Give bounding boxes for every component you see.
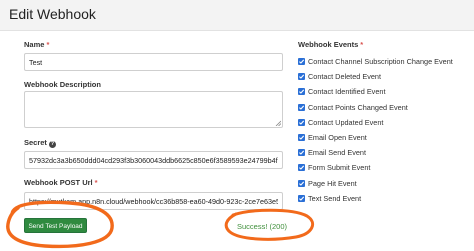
checkbox-checked-icon[interactable]: [298, 194, 305, 202]
question-circle-icon[interactable]: ?: [48, 141, 56, 148]
event-label: Contact Identified Event: [308, 87, 386, 97]
textarea-resize-handle[interactable]: [275, 120, 281, 126]
webhook-events-label: Webhook Events *: [298, 40, 363, 49]
secret-label-text: Secret: [24, 138, 47, 147]
event-label: Text Send Event: [308, 193, 362, 203]
checkbox-checked-icon[interactable]: [298, 88, 305, 96]
checkbox-checked-icon[interactable]: [298, 134, 305, 141]
post-url-required-mark: *: [94, 178, 98, 187]
secret-input[interactable]: [24, 151, 283, 169]
description-textarea[interactable]: [24, 91, 283, 128]
name-input[interactable]: [24, 53, 283, 71]
checkbox-checked-icon[interactable]: [298, 58, 305, 65]
checkbox-checked-icon[interactable]: [298, 103, 305, 111]
name-label-text: Name: [24, 40, 45, 49]
webhook-events-label-text: Webhook Events: [298, 40, 359, 49]
name-label: Name *: [24, 40, 49, 49]
webhook-events-required-mark: *: [360, 40, 364, 49]
post-url-label: Webhook POST Url *: [24, 178, 98, 187]
page-title: Edit Webhook: [9, 6, 96, 22]
checkbox-checked-icon[interactable]: [298, 118, 305, 126]
name-required-mark: *: [46, 40, 50, 49]
checkbox-checked-icon[interactable]: [298, 73, 305, 81]
event-label: Contact Points Changed Event: [308, 102, 408, 112]
success-status-text: Success! (200): [237, 222, 288, 231]
event-label: Form Submit Event: [308, 163, 371, 173]
post-url-label-text: Webhook POST Url: [24, 178, 93, 187]
event-label: Contact Channel Subscription Change Even…: [308, 57, 453, 66]
secret-label: Secret?: [24, 138, 56, 148]
event-label: Email Send Event: [308, 148, 367, 158]
page-header: Edit Webhook: [0, 0, 474, 31]
checkbox-checked-icon[interactable]: [298, 164, 305, 172]
post-url-input[interactable]: [24, 192, 283, 210]
event-label: Contact Deleted Event: [308, 72, 382, 82]
event-label: Page Hit Event: [308, 178, 357, 188]
checkbox-checked-icon[interactable]: [298, 149, 305, 157]
checkbox-checked-icon[interactable]: [298, 179, 305, 187]
event-label: Contact Updated Event: [308, 117, 384, 127]
event-label: Email Open Event: [308, 133, 367, 142]
description-label: Webhook Description: [24, 80, 101, 89]
send-test-payload-button[interactable]: Send Test Payload: [24, 218, 87, 233]
